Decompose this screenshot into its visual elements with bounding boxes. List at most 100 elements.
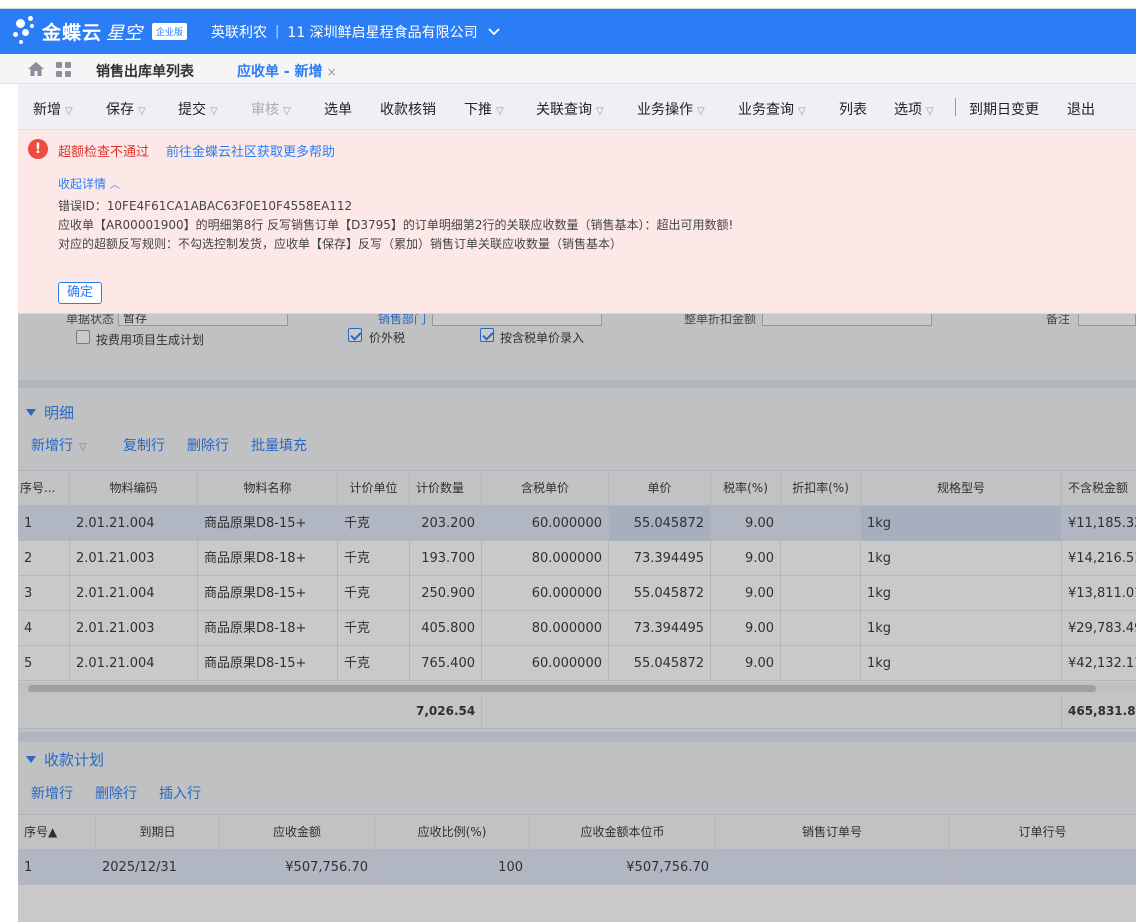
- col-amount[interactable]: 不含税金额: [1062, 471, 1136, 506]
- cell-amount[interactable]: ¥42,132.11: [1062, 646, 1136, 681]
- col-tax-rate[interactable]: 税率(%): [711, 471, 781, 506]
- toolbar-button-8[interactable]: 业务操作 ▽: [637, 99, 705, 119]
- col-price[interactable]: 单价: [609, 471, 711, 506]
- cell-price[interactable]: 55.045872: [609, 576, 711, 611]
- cell-tax-price[interactable]: 80.000000: [482, 541, 609, 576]
- cell-unit[interactable]: 千克: [338, 541, 410, 576]
- cell-amount[interactable]: ¥11,185.32: [1062, 506, 1136, 541]
- cell-material-code[interactable]: 2.01.21.004: [70, 646, 198, 681]
- plan-cell-sales-order[interactable]: [716, 850, 949, 885]
- cell-discount[interactable]: [781, 611, 861, 646]
- cell-seq[interactable]: 4: [18, 611, 70, 646]
- col-receivable-amount[interactable]: 应收金额: [220, 815, 375, 850]
- col-due-date[interactable]: 到期日: [96, 815, 220, 850]
- toolbar-button-11[interactable]: 选项 ▽: [894, 99, 934, 119]
- cell-tax-price[interactable]: 80.000000: [482, 611, 609, 646]
- cell-price[interactable]: 73.394495: [609, 611, 711, 646]
- plan-cell-seq[interactable]: 1: [18, 850, 96, 885]
- toolbar-button-12[interactable]: 到期日变更: [969, 99, 1039, 119]
- detail-title[interactable]: 明细: [26, 402, 74, 423]
- cell-material-name[interactable]: 商品原果D8-18+: [198, 611, 338, 646]
- toolbar-button-3[interactable]: 审核 ▽: [251, 99, 291, 119]
- col-spec[interactable]: 规格型号: [861, 471, 1062, 506]
- table-row[interactable]: 3 2.01.21.004 商品原果D8-15+ 千克 250.900 60.000000…: [18, 576, 1136, 611]
- tab-sales-outbound-list[interactable]: 销售出库单列表: [96, 61, 194, 81]
- plan-delete-row-button[interactable]: 删除行: [95, 783, 137, 803]
- cell-price[interactable]: 73.394495: [609, 541, 711, 576]
- toolbar-button-6[interactable]: 下推 ▽: [464, 99, 504, 119]
- cell-discount[interactable]: [781, 576, 861, 611]
- cell-material-code[interactable]: 2.01.21.003: [70, 611, 198, 646]
- cell-material-code[interactable]: 2.01.21.004: [70, 576, 198, 611]
- toolbar-button-9[interactable]: 业务查询 ▽: [738, 99, 806, 119]
- cell-amount[interactable]: ¥29,783.49: [1062, 611, 1136, 646]
- cell-price[interactable]: 55.045872: [609, 506, 711, 541]
- cell-material-name[interactable]: 商品原果D8-18+: [198, 541, 338, 576]
- col-ratio[interactable]: 应收比例(%): [375, 815, 530, 850]
- toolbar-button-5[interactable]: 收款核销: [380, 99, 436, 119]
- cell-spec[interactable]: 1kg: [861, 576, 1062, 611]
- home-icon[interactable]: [27, 61, 45, 77]
- cell-seq[interactable]: 5: [18, 646, 70, 681]
- company-name[interactable]: 11 深圳鲜启星程食品有限公司: [287, 22, 477, 42]
- plan-title[interactable]: 收款计划: [26, 749, 104, 770]
- cell-discount[interactable]: [781, 506, 861, 541]
- cell-seq[interactable]: 2: [18, 541, 70, 576]
- tax-price-checkbox[interactable]: [480, 328, 494, 342]
- cell-unit[interactable]: 千克: [338, 506, 410, 541]
- cell-discount[interactable]: [781, 646, 861, 681]
- cell-tax-rate[interactable]: 9.00: [711, 576, 781, 611]
- col-local-amount[interactable]: 应收金额本位币: [530, 815, 716, 850]
- cell-tax-price[interactable]: 60.000000: [482, 646, 609, 681]
- table-row[interactable]: 5 2.01.21.004 商品原果D8-15+ 千克 765.400 60.000000…: [18, 646, 1136, 681]
- horizontal-scrollbar[interactable]: [18, 682, 1136, 694]
- plan-insert-row-button[interactable]: 插入行: [159, 783, 201, 803]
- toolbar-button-1[interactable]: 保存 ▽: [106, 99, 146, 119]
- col-material-name[interactable]: 物料名称: [198, 471, 338, 506]
- cell-qty[interactable]: 193.700: [410, 541, 482, 576]
- plan-row[interactable]: 1 2025/12/31 ¥507,756.70 100 ¥507,756.70: [18, 850, 1136, 885]
- plan-cell-amount[interactable]: ¥507,756.70: [220, 850, 375, 885]
- col-unit[interactable]: 计价单位: [338, 471, 410, 506]
- table-row[interactable]: 4 2.01.21.003 商品原果D8-18+ 千克 405.800 80.000000…: [18, 611, 1136, 646]
- cell-unit[interactable]: 千克: [338, 646, 410, 681]
- cell-qty[interactable]: 765.400: [410, 646, 482, 681]
- plan-add-row-button[interactable]: 新增行: [31, 783, 73, 803]
- cell-qty[interactable]: 405.800: [410, 611, 482, 646]
- cell-seq[interactable]: 1: [18, 506, 70, 541]
- apps-grid-icon[interactable]: [56, 62, 72, 78]
- cell-spec[interactable]: 1kg: [861, 541, 1062, 576]
- toolbar-button-7[interactable]: 关联查询 ▽: [536, 99, 604, 119]
- col-discount[interactable]: 折扣率(%): [781, 471, 861, 506]
- cell-amount[interactable]: ¥14,216.51: [1062, 541, 1136, 576]
- cell-amount[interactable]: ¥13,811.01: [1062, 576, 1136, 611]
- plan-cell-order-line[interactable]: [949, 850, 1136, 885]
- org-name[interactable]: 英联利农: [211, 22, 267, 42]
- confirm-button[interactable]: 确定: [58, 282, 102, 304]
- col-seq[interactable]: 序号...: [18, 471, 70, 506]
- cell-material-code[interactable]: 2.01.21.004: [70, 506, 198, 541]
- cell-material-name[interactable]: 商品原果D8-15+: [198, 506, 338, 541]
- cell-seq[interactable]: 3: [18, 576, 70, 611]
- cell-material-code[interactable]: 2.01.21.003: [70, 541, 198, 576]
- toolbar-button-13[interactable]: 退出: [1067, 99, 1095, 119]
- cell-spec[interactable]: 1kg: [861, 506, 1062, 541]
- col-plan-seq[interactable]: 序号▲: [18, 815, 96, 850]
- batch-fill-button[interactable]: 批量填充: [251, 435, 307, 455]
- collapse-details-link[interactable]: 收起详情 ︿: [58, 175, 120, 192]
- plan-cell-local-amount[interactable]: ¥507,756.70: [530, 850, 716, 885]
- scrollbar-thumb[interactable]: [28, 685, 1096, 692]
- table-row[interactable]: 1 2.01.21.004 商品原果D8-15+ 千克 203.200 60.000000…: [18, 506, 1136, 541]
- cell-tax-rate[interactable]: 9.00: [711, 611, 781, 646]
- extra-tax-checkbox[interactable]: [348, 328, 362, 342]
- table-row[interactable]: 2 2.01.21.003 商品原果D8-18+ 千克 193.700 80.000000…: [18, 541, 1136, 576]
- cell-tax-price[interactable]: 60.000000: [482, 576, 609, 611]
- cell-tax-rate[interactable]: 9.00: [711, 646, 781, 681]
- cell-qty[interactable]: 203.200: [410, 506, 482, 541]
- cell-material-name[interactable]: 商品原果D8-15+: [198, 646, 338, 681]
- cell-tax-rate[interactable]: 9.00: [711, 541, 781, 576]
- delete-row-button[interactable]: 删除行: [187, 435, 229, 455]
- cell-tax-price[interactable]: 60.000000: [482, 506, 609, 541]
- col-tax-price[interactable]: 含税单价: [482, 471, 609, 506]
- plan-cell-due-date[interactable]: 2025/12/31: [96, 850, 220, 885]
